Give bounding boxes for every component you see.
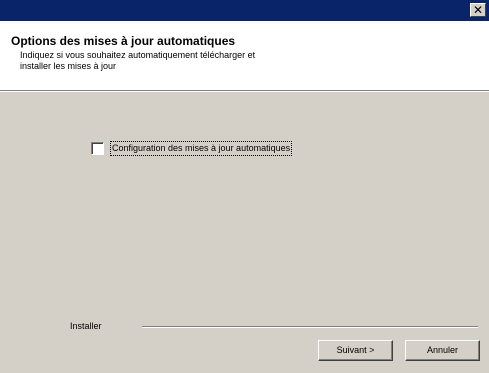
close-icon: ✕: [472, 3, 484, 17]
cancel-button-label: Annuler: [426, 345, 459, 355]
header-divider-highlight: [0, 91, 489, 92]
cancel-button[interactable]: Annuler: [405, 340, 480, 361]
next-button[interactable]: Suivant >: [318, 340, 393, 361]
page-title: Options des mises à jour automatiques: [11, 34, 236, 48]
setup-dialog: ✕ Options des mises à jour automatiques …: [0, 0, 489, 373]
auto-update-checkbox-label[interactable]: Configuration des mises à jour automatiq…: [110, 141, 293, 156]
next-button-label: Suivant >: [336, 345, 375, 355]
header-panel: Options des mises à jour automatiques In…: [0, 21, 489, 90]
footer-divider-highlight: [142, 327, 478, 328]
close-button[interactable]: ✕: [470, 3, 486, 17]
page-subtitle: Indiquez si vous souhaitez automatiqueme…: [20, 50, 256, 71]
auto-update-checkbox[interactable]: [91, 142, 104, 155]
installer-brand-label: Installer: [70, 321, 102, 331]
title-bar[interactable]: ✕: [0, 0, 489, 21]
